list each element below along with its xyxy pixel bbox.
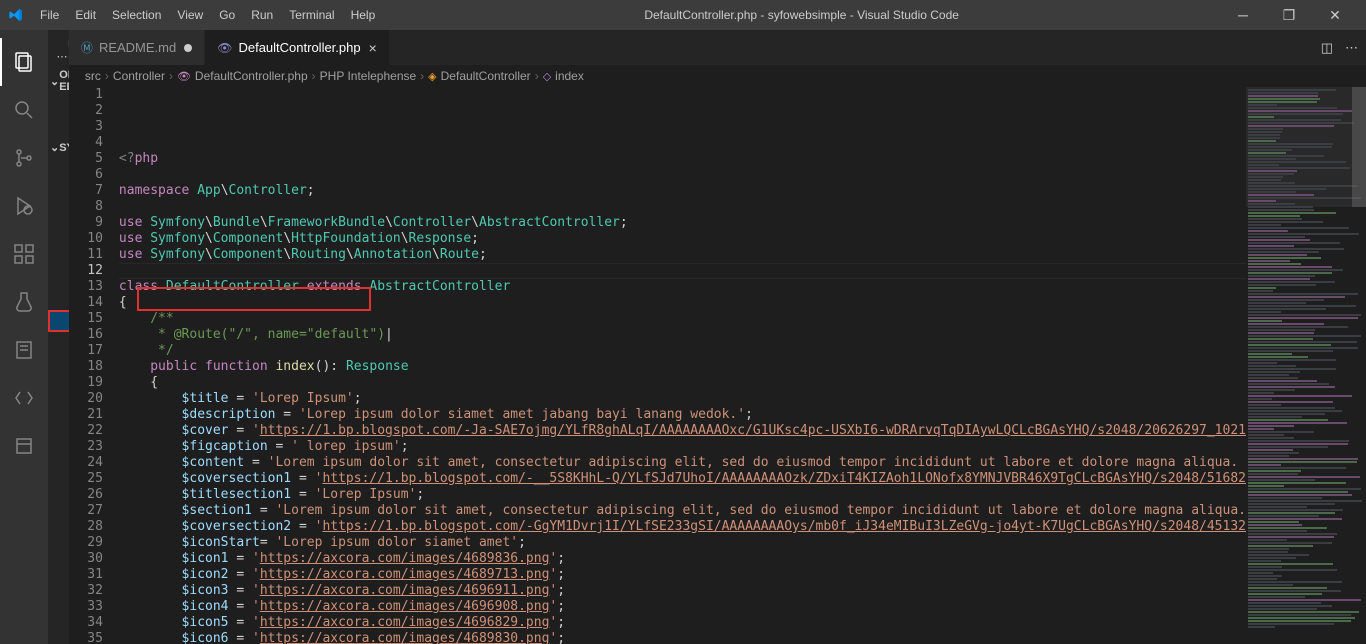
breadcrumb-item[interactable]: src — [85, 69, 101, 83]
sidebar-header: EXPLORER ⋯ — [48, 30, 69, 67]
open-editor-item[interactable]: 👁 DefaultController.php src\Control... — [48, 117, 69, 139]
folder-item[interactable]: ›🗀var — [48, 464, 69, 486]
menu-help[interactable]: Help — [343, 8, 384, 22]
folder-item[interactable]: ›🗀templates — [48, 398, 69, 420]
menu-view[interactable]: View — [169, 8, 211, 22]
activity-bar — [0, 30, 48, 644]
dirty-indicator-icon — [184, 44, 192, 52]
folder-item[interactable]: ›🗀vendor — [48, 486, 69, 508]
minimize-button[interactable]: ─ — [1220, 7, 1266, 24]
file-item[interactable]: 🔒composer.lock — [48, 596, 69, 618]
file-item[interactable]: ⚙docker-compose.override.yml — [48, 618, 69, 640]
close-tab-icon[interactable]: × — [369, 40, 377, 56]
sidebar-explorer: EXPLORER ⋯ ⌄ OPEN EDITORS Ⓜ README.md 👁 … — [48, 30, 69, 644]
activity-bookmarks[interactable] — [0, 326, 48, 374]
folder-item[interactable]: ⌄🗀src — [48, 244, 69, 266]
menu-terminal[interactable]: Terminal — [281, 8, 342, 22]
sidebar-more-icon[interactable]: ⋯ — [57, 50, 69, 63]
file-item[interactable]: ⚙docker-compose.yml — [48, 640, 69, 644]
folder-item[interactable]: ›🗀tests — [48, 420, 69, 442]
folder-item[interactable]: ›🗀bin — [48, 156, 69, 178]
minimap[interactable] — [1246, 87, 1366, 644]
breadcrumb[interactable]: src› Controller› 👁 DefaultController.php… — [69, 65, 1366, 87]
folder-item[interactable]: ›🗀translations — [48, 442, 69, 464]
project-section[interactable]: ⌄ SYFOWEBSIMPLE — [48, 139, 69, 156]
tab-label: DefaultController.php — [238, 40, 360, 55]
class-icon: ◈ — [428, 70, 436, 83]
php-eye-icon: 👁 — [217, 41, 232, 55]
activity-testing[interactable] — [0, 278, 48, 326]
open-editor-item[interactable]: Ⓜ README.md — [48, 95, 69, 117]
editor-more-icon[interactable]: ⋯ — [1345, 40, 1358, 56]
menu-go[interactable]: Go — [211, 8, 243, 22]
menu-run[interactable]: Run — [243, 8, 281, 22]
line-gutter[interactable]: 1234567891011121314151617181920212223242… — [69, 87, 119, 644]
editor-area: Ⓜ README.md 👁 DefaultController.php × ◫ … — [69, 30, 1366, 644]
window-title: DefaultController.php - syfowebsimple - … — [383, 8, 1220, 22]
breadcrumb-item[interactable]: DefaultController.php — [195, 69, 308, 83]
menu-file[interactable]: File — [32, 8, 67, 22]
file-item[interactable]: 🐘DefaultController.php — [48, 310, 69, 332]
folder-item[interactable]: ›🗀Entity — [48, 332, 69, 354]
file-item[interactable]: ◆.gitignore — [48, 552, 69, 574]
tab-readme[interactable]: Ⓜ README.md — [69, 30, 205, 65]
activity-run[interactable] — [0, 182, 48, 230]
markdown-icon: Ⓜ — [81, 39, 93, 56]
activity-database[interactable] — [0, 422, 48, 470]
editor-scrollbar[interactable] — [1352, 87, 1366, 644]
menu-edit[interactable]: Edit — [67, 8, 104, 22]
open-editors-title: OPEN EDITORS — [59, 69, 69, 93]
tab-defaultcontroller[interactable]: 👁 DefaultController.php × — [205, 30, 390, 65]
code-editor[interactable]: <?phpnamespace App\Controller;use Symfon… — [119, 87, 1246, 644]
close-button[interactable]: ✕ — [1312, 7, 1358, 24]
folder-item[interactable]: ›🗀Repository — [48, 354, 69, 376]
activity-explorer[interactable] — [0, 38, 48, 86]
breadcrumb-item[interactable]: index — [555, 69, 584, 83]
activity-extensions[interactable] — [0, 230, 48, 278]
breadcrumb-item[interactable]: PHP Intelephense — [320, 69, 417, 83]
folder-item[interactable]: ›🗀config — [48, 178, 69, 200]
vscode-logo-icon — [8, 7, 24, 23]
window-controls: ─ ❐ ✕ — [1220, 7, 1358, 24]
activity-search[interactable] — [0, 86, 48, 134]
php-icon: 👁 — [177, 70, 191, 83]
activity-source-control[interactable] — [0, 134, 48, 182]
file-item[interactable]: ⬢.env.test — [48, 530, 69, 552]
folder-item[interactable]: ⌄🗀Controller — [48, 266, 69, 288]
menu-selection[interactable]: Selection — [104, 8, 169, 22]
breadcrumb-item[interactable]: Controller — [113, 69, 165, 83]
menu-bar: File Edit Selection View Go Run Terminal… — [32, 8, 383, 22]
folder-item[interactable]: ›🗀migrations — [48, 200, 69, 222]
breadcrumb-item[interactable]: DefaultController — [441, 69, 531, 83]
file-item[interactable]: ◆.gitignore — [48, 288, 69, 310]
tab-label: README.md — [99, 40, 176, 55]
folder-item[interactable]: ›🗀public — [48, 222, 69, 244]
file-item[interactable]: {}composer.json — [48, 574, 69, 596]
open-editors-section[interactable]: ⌄ OPEN EDITORS — [48, 67, 69, 95]
maximize-button[interactable]: ❐ — [1266, 7, 1312, 24]
scrollbar-thumb[interactable] — [1352, 87, 1366, 207]
project-title: SYFOWEBSIMPLE — [59, 142, 69, 154]
file-item[interactable]: ⬢.env — [48, 508, 69, 530]
title-bar: File Edit Selection View Go Run Terminal… — [0, 0, 1366, 30]
split-editor-icon[interactable]: ◫ — [1321, 40, 1333, 56]
file-item[interactable]: 👁Kernel.php — [48, 376, 69, 398]
method-icon: ◇ — [543, 70, 551, 83]
activity-remote[interactable] — [0, 374, 48, 422]
file-tree: ›🗀bin›🗀config›🗀migrations›🗀public⌄🗀src⌄🗀… — [48, 156, 69, 644]
editor-tabs: Ⓜ README.md 👁 DefaultController.php × ◫ … — [69, 30, 1366, 65]
